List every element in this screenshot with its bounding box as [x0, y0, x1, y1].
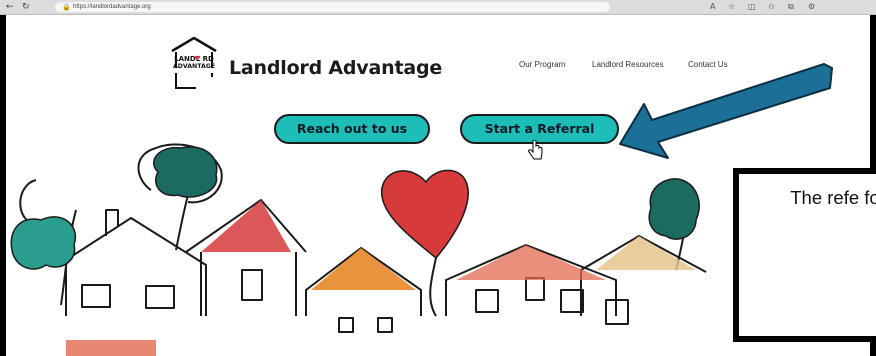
extensions-icon[interactable]: ⚙	[808, 1, 815, 13]
collections-icon[interactable]: ⧉	[788, 1, 794, 13]
address-bar[interactable]: 🔒 https://landlordadvantage.org	[55, 2, 610, 12]
brand-name[interactable]: Landlord Advantage	[229, 57, 442, 79]
callout-text: The refe for h prope	[790, 187, 876, 208]
lock-icon: 🔒	[62, 3, 71, 11]
favorite-star-icon[interactable]: ☆	[728, 1, 735, 13]
pointer-cursor-icon	[528, 140, 543, 160]
logo-text-line1: LANDL RD	[174, 55, 214, 63]
annotation-callout: The refe for h prope	[733, 168, 876, 342]
browser-toolbar: ← ↻ 🔒 https://landlordadvantage.org A ☆ …	[0, 0, 876, 15]
read-aloud-icon[interactable]: A	[710, 1, 715, 13]
url-text: https://landlordadvantage.org	[73, 4, 151, 10]
site-logo[interactable]: LANDL RD ADVANTAGE	[168, 35, 220, 94]
annotation-arrow-icon	[619, 63, 833, 159]
screenshot-frame: ← ↻ 🔒 https://landlordadvantage.org A ☆ …	[0, 0, 876, 356]
neighborhood-illustration	[10, 143, 707, 356]
refresh-icon[interactable]: ↻	[22, 1, 30, 13]
house-logo-icon: LANDL RD ADVANTAGE	[171, 36, 217, 89]
favorites-icon[interactable]: ✩	[768, 1, 775, 13]
nav-our-program[interactable]: Our Program	[519, 60, 565, 69]
heart-icon	[381, 169, 469, 260]
logo-text-line2: ADVANTAGE	[173, 63, 215, 70]
back-arrow-icon[interactable]: ←	[6, 1, 14, 13]
split-screen-icon[interactable]: ◫	[748, 1, 756, 13]
